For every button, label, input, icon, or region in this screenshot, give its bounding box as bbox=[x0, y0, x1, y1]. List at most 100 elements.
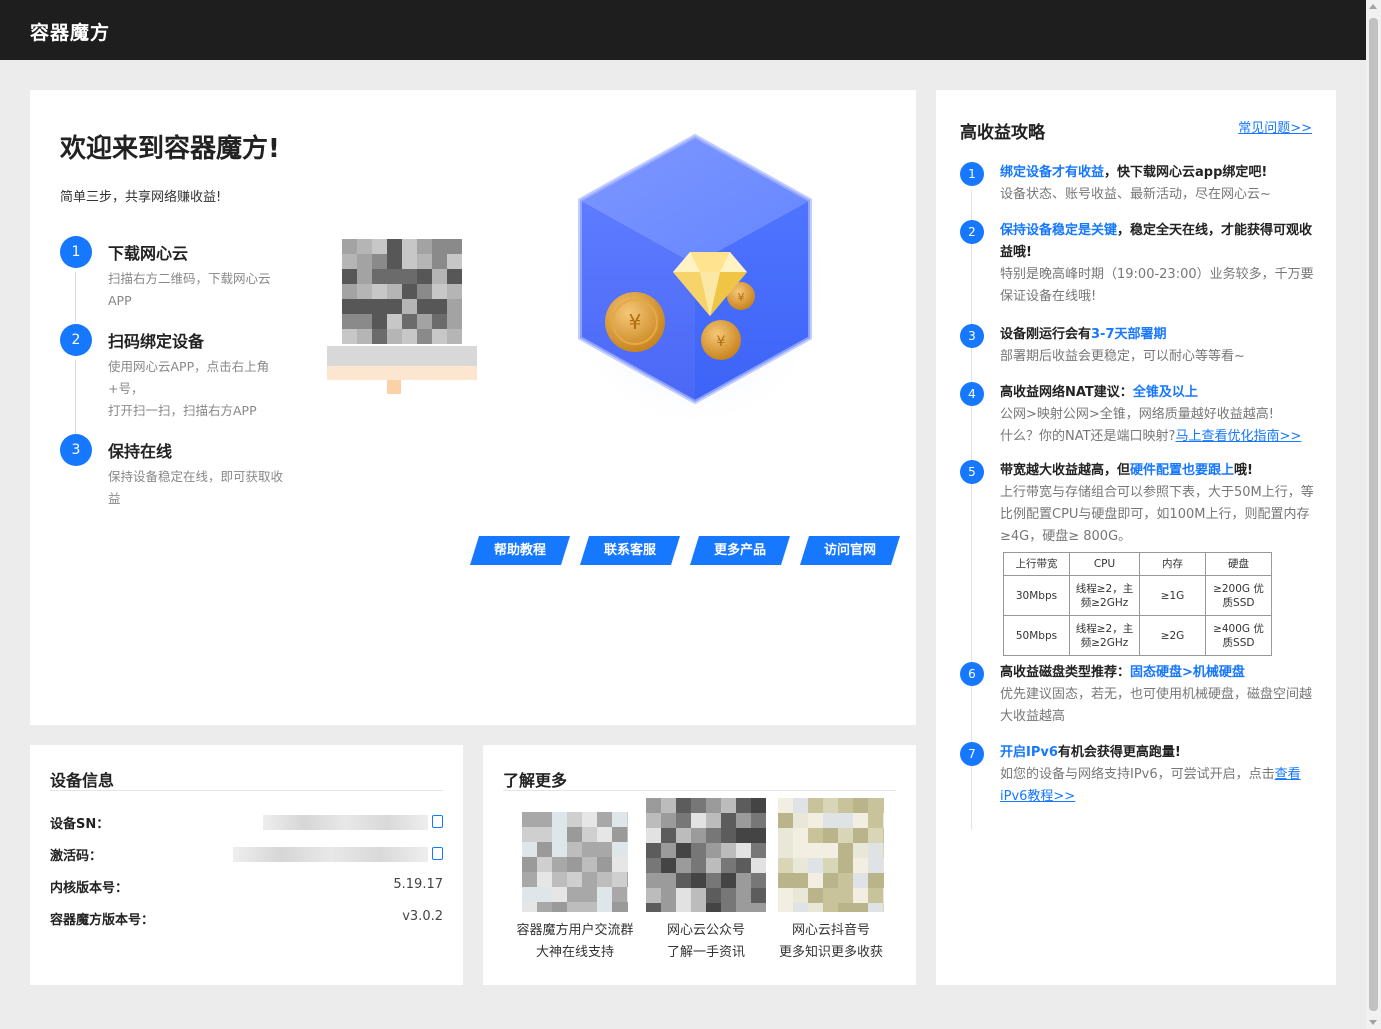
tip-heading: 设备刚运行会有3-7天部署期 bbox=[1000, 324, 1316, 346]
qr-blur-strip bbox=[387, 380, 401, 394]
device-info-card: 设备信息 设备SN： 激活码： 内核版本号： 5.19.17 容器魔方版本号： … bbox=[30, 745, 463, 985]
device-info-title: 设备信息 bbox=[50, 771, 115, 790]
step-desc-line: 使用网心云APP，点击右上角+号， bbox=[108, 359, 270, 396]
tip-desc: 设备状态、账号收益、最新活动，尽在网心云~ bbox=[1000, 187, 1271, 202]
table-cell: 线程≥2，主频≥2GHz bbox=[1069, 615, 1140, 656]
tip-desc: 特别是晚高峰时期（19:00-23:00）业务较多，千万要保证设备在线哦! bbox=[1000, 267, 1314, 304]
official-site-button[interactable]: 访问官网 bbox=[800, 536, 900, 565]
qr-caption: 网心云抖音号 bbox=[791, 923, 870, 938]
tip-heading: 高收益网络NAT建议：全锥及以上 bbox=[1000, 382, 1316, 404]
step-number: 3 bbox=[60, 434, 92, 466]
kernel-version-row: 内核版本号： 5.19.17 bbox=[50, 877, 443, 897]
welcome-heading: 欢迎来到容器魔方! bbox=[60, 134, 280, 164]
kernel-version-value: 5.19.17 bbox=[393, 877, 443, 892]
tip-heading-text: 哦! bbox=[1234, 463, 1253, 478]
app-version-label: 容器魔方版本号： bbox=[50, 913, 155, 928]
tip-heading-text: ，快下载网心云app绑定吧! bbox=[1104, 165, 1268, 180]
wechat-official-qr-code bbox=[646, 798, 766, 918]
table-row: 30Mbps 线程≥2，主频≥2GHz ≥1G ≥200G 优质SSD bbox=[1003, 575, 1272, 616]
table-cell: ≥1G bbox=[1139, 575, 1206, 616]
device-sn-label: 设备SN： bbox=[50, 817, 110, 832]
step-desc-line: 打开扫一扫，扫描右方APP bbox=[108, 403, 257, 418]
table-header: CPU bbox=[1069, 552, 1140, 576]
qr-caption-sub: 了解一手资讯 bbox=[666, 945, 745, 960]
table-cell: ≥200G 优质SSD bbox=[1205, 575, 1272, 616]
tip-number: 4 bbox=[960, 382, 984, 406]
hardware-spec-table: 上行带宽 CPU 内存 硬盘 30Mbps 线程≥2，主频≥2GHz ≥1G ≥… bbox=[1003, 552, 1272, 656]
tip-desc: 上行带宽与存储组合可以参照下表，大于50M上行，等比例配置CPU与硬盘即可，如1… bbox=[1000, 485, 1314, 544]
copy-icon[interactable] bbox=[432, 815, 443, 828]
activation-code-label: 激活码： bbox=[50, 849, 103, 864]
qr-caption-sub: 更多知识更多收获 bbox=[778, 945, 883, 960]
tip-desc: 公网>映射公网>全锥，网络质量越好收益越高! bbox=[1000, 407, 1274, 422]
tip-heading-text: 高收益磁盘类型推荐： bbox=[1000, 665, 1131, 680]
scrollbar-thumb[interactable] bbox=[1369, 18, 1378, 1011]
qr-item-user-group: 容器魔方用户交流群 大神在线支持 bbox=[510, 798, 642, 964]
tip-desc-text: 如您的设备与网络支持IPv6，可尝试开启，点击 bbox=[1000, 767, 1275, 782]
more-products-button[interactable]: 更多产品 bbox=[690, 536, 790, 565]
tip-heading: 高收益磁盘类型推荐：固态硬盘>机械硬盘 bbox=[1000, 662, 1316, 684]
table-cell: ≥400G 优质SSD bbox=[1205, 615, 1272, 656]
tip-heading-text: 设备刚运行会有 bbox=[1000, 327, 1092, 342]
learn-more-title: 了解更多 bbox=[503, 771, 568, 790]
download-qr-code bbox=[342, 239, 462, 344]
tip-highlight: 3-7天部署期 bbox=[1091, 327, 1167, 342]
qr-item-wechat-official: 网心云公众号 了解一手资讯 bbox=[641, 798, 771, 964]
user-group-qr-code bbox=[522, 812, 642, 917]
tips-connector bbox=[971, 190, 972, 830]
qr-blur-strip bbox=[327, 346, 477, 366]
divider bbox=[50, 790, 443, 791]
qr-caption: 网心云公众号 bbox=[666, 923, 745, 938]
tip-heading-text: 有机会获得更高跑量! bbox=[1057, 745, 1181, 760]
high-income-tips-card: 高收益攻略 常见问题>> 1 绑定设备才有收益，快下载网心云app绑定吧! 设备… bbox=[936, 90, 1336, 985]
step-title: 扫码绑定设备 bbox=[108, 332, 205, 351]
tip-body: 设备刚运行会有3-7天部署期 部署期后收益会更稳定，可以耐心等等看~ bbox=[1000, 324, 1316, 368]
step-number: 2 bbox=[60, 324, 92, 356]
tip-body: 保持设备稳定是关键，稳定全天在线，才能获得可观收益哦! 特别是晚高峰时期（19:… bbox=[1000, 220, 1316, 308]
scroll-down-arrow-icon[interactable] bbox=[1369, 1020, 1377, 1025]
table-cell: 线程≥2，主频≥2GHz bbox=[1069, 575, 1140, 616]
step-desc: 扫描右方二维码，下载网心云APP bbox=[108, 271, 271, 308]
tip-number: 5 bbox=[960, 460, 984, 484]
device-sn-value-redacted bbox=[263, 815, 428, 830]
tip-body: 带宽越大收益越高，但硬件配置也要跟上哦! 上行带宽与存储组合可以参照下表，大于5… bbox=[1000, 460, 1316, 656]
step-title: 下载网心云 bbox=[108, 244, 189, 263]
tips-title: 高收益攻略 bbox=[960, 123, 1045, 143]
scroll-up-arrow-icon[interactable] bbox=[1369, 4, 1377, 9]
table-header: 硬盘 bbox=[1205, 552, 1272, 576]
nat-guide-link[interactable]: 马上查看优化指南>> bbox=[1175, 429, 1301, 444]
activation-code-row: 激活码： bbox=[50, 845, 443, 865]
page-scrollbar[interactable] bbox=[1366, 0, 1381, 1029]
tip-body: 开启IPv6有机会获得更高跑量! 如您的设备与网络支持IPv6，可尝试开启，点击… bbox=[1000, 742, 1316, 808]
svg-text:¥: ¥ bbox=[717, 334, 726, 350]
contact-support-button[interactable]: 联系客服 bbox=[580, 536, 680, 565]
help-tutorial-button[interactable]: 帮助教程 bbox=[470, 536, 570, 565]
douyin-qr-code bbox=[778, 798, 898, 918]
tip-number: 3 bbox=[960, 324, 984, 348]
top-bar: 容器魔方 bbox=[0, 0, 1366, 60]
faq-link[interactable]: 常见问题>> bbox=[1238, 117, 1312, 136]
divider bbox=[503, 790, 896, 791]
tip-body: 绑定设备才有收益，快下载网心云app绑定吧! 设备状态、账号收益、最新活动，尽在… bbox=[1000, 162, 1316, 206]
tip-highlight: 保持设备稳定是关键 bbox=[1000, 223, 1118, 238]
table-header: 上行带宽 bbox=[1003, 552, 1070, 576]
learn-more-card: 了解更多 容器魔方用户交流群 大神在线支持 网心云公众号 了解一手资讯 网心云抖… bbox=[483, 745, 916, 985]
tip-highlight: 硬件配置也要跟上 bbox=[1130, 463, 1235, 478]
activation-code-value-redacted bbox=[233, 847, 428, 862]
tip-heading: 保持设备稳定是关键，稳定全天在线，才能获得可观收益哦! bbox=[1000, 220, 1316, 264]
welcome-card: 欢迎来到容器魔方! 简单三步，共享网络赚收益! 1 下载网心云 扫描右方二维码，… bbox=[30, 90, 916, 725]
svg-text:¥: ¥ bbox=[738, 291, 745, 304]
copy-icon[interactable] bbox=[432, 847, 443, 860]
tip-number: 7 bbox=[960, 742, 984, 766]
app-version-value: v3.0.2 bbox=[402, 909, 443, 924]
qr-caption: 容器魔方用户交流群 bbox=[516, 923, 634, 938]
tip-body: 高收益磁盘类型推荐：固态硬盘>机械硬盘 优先建议固态，若无，也可使用机械硬盘，磁… bbox=[1000, 662, 1316, 728]
app-title: 容器魔方 bbox=[30, 22, 111, 44]
table-row: 50Mbps 线程≥2，主频≥2GHz ≥2G ≥400G 优质SSD bbox=[1003, 615, 1272, 656]
tip-heading-text: 带宽越大收益越高，但 bbox=[1000, 463, 1131, 478]
cube-illustration-icon: ¥ ¥ ¥ bbox=[567, 133, 823, 420]
table-cell: 50Mbps bbox=[1003, 615, 1070, 656]
step-connector bbox=[75, 272, 76, 322]
tip-heading: 开启IPv6有机会获得更高跑量! bbox=[1000, 742, 1316, 764]
tip-body: 高收益网络NAT建议：全锥及以上 公网>映射公网>全锥，网络质量越好收益越高! … bbox=[1000, 382, 1316, 448]
